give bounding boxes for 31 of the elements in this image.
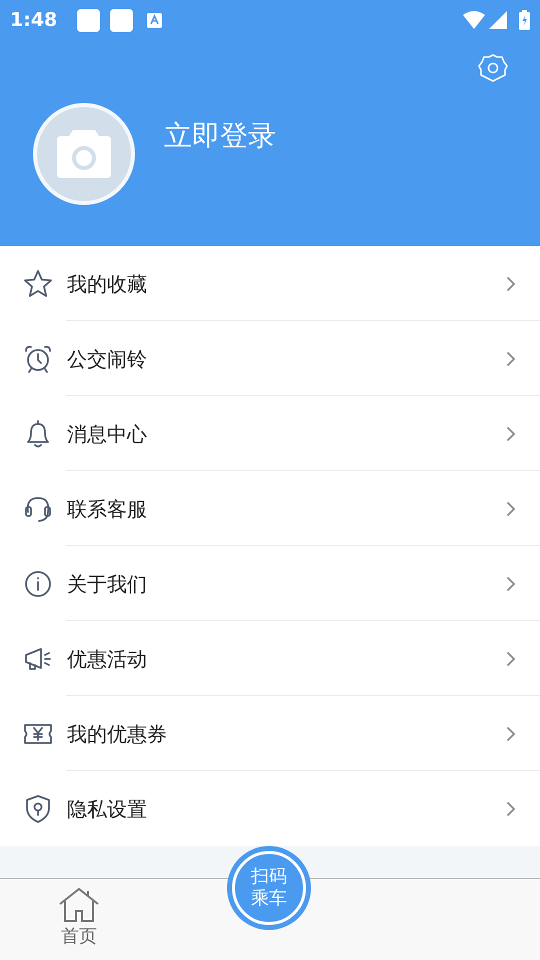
menu-label: 联系客服 — [67, 496, 147, 522]
signal-icon — [489, 11, 507, 29]
home-tab[interactable]: 首页 — [58, 887, 100, 950]
home-icon — [58, 887, 100, 923]
menu-label: 我的优惠券 — [67, 720, 167, 748]
battery-icon — [519, 10, 530, 30]
menu-label: 隐私设置 — [67, 796, 147, 822]
chevron-right-icon — [506, 276, 516, 292]
star-icon — [23, 268, 53, 298]
menu-label: 公交闹铃 — [67, 346, 147, 372]
menu-label: 关于我们 — [67, 570, 147, 598]
notification-icon — [110, 8, 134, 32]
keyboard-notification-icon — [147, 12, 162, 28]
menu-label: 我的收藏 — [67, 270, 147, 298]
chevron-right-icon — [506, 800, 516, 816]
shield-icon — [23, 794, 53, 824]
notification-icon — [77, 8, 100, 32]
wifi-icon — [463, 11, 485, 29]
info-icon — [23, 568, 53, 598]
menu-label: 优惠活动 — [67, 646, 147, 672]
chevron-right-icon — [506, 576, 516, 592]
chevron-right-icon — [506, 426, 516, 442]
settings-icon[interactable] — [477, 52, 509, 84]
alarm-clock-icon — [23, 344, 53, 374]
menu-label: 消息中心 — [67, 420, 147, 448]
chevron-right-icon — [506, 726, 516, 742]
chevron-right-icon — [506, 650, 516, 666]
chevron-right-icon — [506, 350, 516, 366]
chevron-right-icon — [506, 500, 516, 516]
status-time: 1:48 — [10, 8, 58, 33]
camera-icon — [55, 128, 113, 180]
